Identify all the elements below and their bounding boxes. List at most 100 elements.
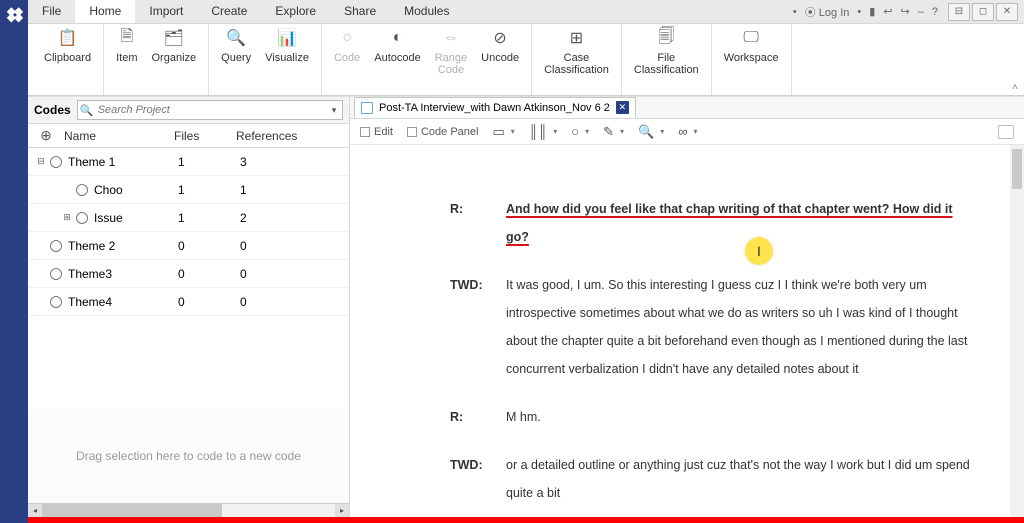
node-name: Theme3 — [68, 267, 178, 281]
popout-icon[interactable] — [998, 125, 1014, 139]
col-name[interactable]: Name — [64, 129, 174, 143]
clipboard-icon: 📋 — [58, 28, 78, 48]
ribbon-uncode-button[interactable]: ⊘Uncode — [481, 28, 519, 76]
code-node[interactable]: ⊟Theme 113 — [28, 148, 349, 176]
node-files: 1 — [178, 211, 240, 225]
ribbon-label: Query — [221, 52, 251, 64]
vscroll-thumb[interactable] — [1012, 149, 1022, 189]
undo-icon[interactable]: ↩ — [883, 5, 892, 18]
menu-tab-file[interactable]: File — [28, 0, 75, 23]
redo-icon[interactable]: ↪ — [901, 5, 910, 18]
range-code-icon: ⇔ — [441, 28, 461, 48]
node-circle-icon[interactable] — [50, 296, 62, 308]
ribbon-clipboard-button[interactable]: 📋 Clipboard — [44, 28, 91, 64]
search-dropdown-icon[interactable]: ▾ — [326, 105, 342, 116]
scroll-left-icon[interactable]: ◂ — [28, 504, 42, 517]
circle-tool[interactable]: ○▾ — [571, 124, 589, 139]
video-progress-bar[interactable] — [28, 517, 1024, 523]
utterance-text[interactable]: M hm. — [506, 403, 970, 431]
menu-tab-import[interactable]: Import — [135, 0, 197, 23]
ribbon-label: Workspace — [724, 52, 779, 64]
document-vertical-scrollbar[interactable] — [1010, 145, 1024, 517]
coding-stripes-tool[interactable]: ║║▾ — [529, 124, 557, 139]
utterance-text[interactable]: It was good, I um. So this interesting I… — [506, 271, 970, 383]
code-panel-toggle[interactable]: Code Panel — [407, 126, 479, 138]
ribbon-query-button[interactable]: 🔍Query — [221, 28, 251, 64]
codes-drop-hint: Drag selection here to code to a new cod… — [28, 409, 349, 503]
bullet-icon: • — [793, 6, 797, 18]
transcript-row[interactable]: R:And how did you feel like that chap wr… — [450, 195, 970, 251]
code-node[interactable]: Theme 200 — [28, 232, 349, 260]
ribbon-label: RangeCode — [435, 52, 467, 76]
node-name: Theme4 — [68, 295, 178, 309]
menu-tab-modules[interactable]: Modules — [390, 0, 463, 23]
text-cursor-highlight: I — [745, 237, 773, 265]
autocode-icon: ◐ — [387, 28, 407, 48]
node-circle-icon[interactable] — [50, 156, 62, 168]
transcript-row[interactable]: TWD: It was good, I um. So this interesti… — [450, 271, 970, 383]
ribbon-organize-button[interactable]: 🗂Organize — [152, 28, 197, 64]
transcript-row[interactable]: TWD:or a detailed outline or anything ju… — [450, 451, 970, 507]
highlighter-tool[interactable]: ✎▾ — [603, 124, 624, 140]
scroll-right-icon[interactable]: ▸ — [335, 504, 349, 517]
document-tab[interactable]: Post-TA Interview_with Dawn Atkinson_Nov… — [354, 97, 636, 118]
link-tool[interactable]: ∞▾ — [678, 124, 697, 139]
search-input[interactable] — [96, 102, 326, 118]
code-node[interactable]: Choo11 — [28, 176, 349, 204]
help-icon[interactable]: ? — [932, 6, 938, 18]
visualize-icon: 📊 — [277, 28, 297, 48]
annotation-tool[interactable]: ▭▾ — [492, 124, 514, 140]
ribbon: 📋 Clipboard 🗎Item 🗂Organize 🔍Query 📊Visualize… — [28, 24, 1024, 96]
node-files: 1 — [178, 155, 240, 169]
menu-tab-share[interactable]: Share — [330, 0, 390, 23]
code-node[interactable]: Theme300 — [28, 260, 349, 288]
edit-toggle[interactable]: Edit — [360, 126, 393, 138]
code-node[interactable]: Theme400 — [28, 288, 349, 316]
collapse-ribbon-icon[interactable]: ˄ — [1012, 82, 1018, 93]
menu-tab-home[interactable]: Home — [75, 0, 135, 23]
search-project-field[interactable]: 🔍 ▾ — [77, 100, 343, 120]
add-node-icon[interactable]: ⊕ — [28, 127, 64, 144]
document-tab-title: Post-TA Interview_with Dawn Atkinson_Nov… — [379, 102, 610, 114]
ribbon-visualize-button[interactable]: 📊Visualize — [265, 28, 309, 64]
ribbon-range-code-button: ⇔ RangeCode — [435, 28, 467, 76]
document-content[interactable]: R:And how did you feel like that chap wr… — [350, 145, 1024, 517]
col-files[interactable]: Files — [174, 129, 236, 143]
close-tab-icon[interactable]: ✕ — [616, 101, 629, 114]
ribbon-file-classification-button[interactable]: 🗐FileClassification — [634, 28, 699, 76]
window-minimize-button[interactable]: ⊟ — [948, 3, 970, 21]
ribbon-autocode-button[interactable]: ◐Autocode — [374, 28, 420, 76]
code-node[interactable]: ⊞Issue12 — [28, 204, 349, 232]
item-icon: 🗎 — [117, 28, 137, 48]
node-circle-icon[interactable] — [50, 268, 62, 280]
save-icon[interactable]: ▮ — [869, 5, 875, 18]
menu-tab-explore[interactable]: Explore — [261, 0, 330, 23]
login-link[interactable]: ⦿ Log In — [805, 4, 850, 20]
node-circle-icon[interactable] — [76, 184, 88, 196]
node-circle-icon[interactable] — [50, 240, 62, 252]
menu-tab-create[interactable]: Create — [197, 0, 261, 23]
window-maximize-button[interactable]: ◻ — [972, 3, 994, 21]
codes-panel-title: Codes — [34, 103, 71, 117]
tree-twist-icon[interactable]: ⊟ — [32, 156, 50, 167]
node-references: 0 — [240, 295, 349, 309]
scroll-thumb[interactable] — [42, 504, 222, 517]
utterance-text[interactable]: And how did you feel like that chap writ… — [506, 195, 970, 251]
utterance-text[interactable]: or a detailed outline or anything just c… — [506, 451, 970, 507]
ribbon-workspace-button[interactable]: 🖵Workspace — [724, 28, 779, 64]
zoom-tool[interactable]: 🔍▾ — [638, 124, 664, 140]
speaker-label: TWD: — [450, 271, 484, 383]
node-circle-icon[interactable] — [76, 212, 88, 224]
ribbon-item-button[interactable]: 🗎Item — [116, 28, 137, 64]
codes-horizontal-scrollbar[interactable]: ◂ ▸ — [28, 503, 349, 517]
ribbon-label: Clipboard — [44, 52, 91, 64]
document-tab-strip: Post-TA Interview_with Dawn Atkinson_Nov… — [350, 97, 1024, 119]
ribbon-case-classification-button[interactable]: ⊞CaseClassification — [544, 28, 609, 76]
col-references[interactable]: References — [236, 129, 349, 143]
file-classification-icon: 🗐 — [656, 28, 676, 48]
transcript-row[interactable]: R:M hm. — [450, 403, 970, 431]
ribbon-label: Code — [334, 52, 360, 64]
window-close-button[interactable]: ✕ — [996, 3, 1018, 21]
tree-twist-icon[interactable]: ⊞ — [58, 212, 76, 223]
dash-icon: – — [918, 6, 924, 18]
